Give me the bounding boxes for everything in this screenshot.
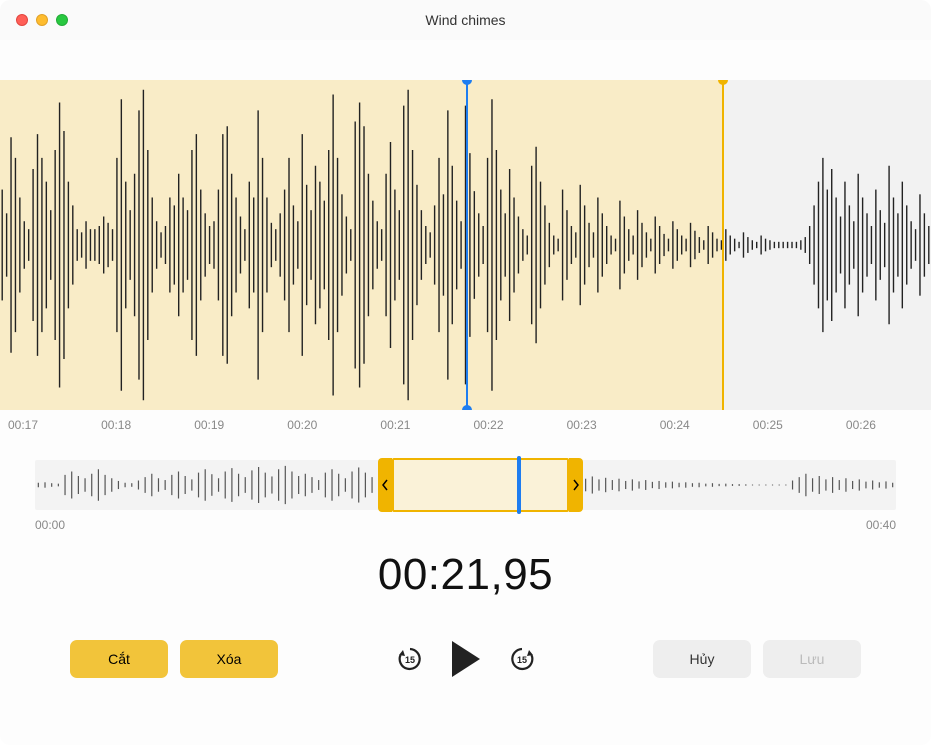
overview-end-time: 00:40: [866, 518, 896, 532]
titlebar: Wind chimes: [0, 0, 931, 40]
overview-selection[interactable]: [392, 458, 569, 512]
trim-end-handle[interactable]: [722, 80, 724, 410]
maximize-window-button[interactable]: [56, 14, 68, 26]
time-ruler: 00:17 00:18 00:19 00:20 00:21 00:22 00:23 00:24…: [0, 410, 931, 440]
play-icon: [452, 641, 480, 677]
skip-back-button[interactable]: 15: [396, 645, 424, 673]
ruler-tick: 00:17: [8, 418, 38, 432]
play-button[interactable]: [452, 641, 480, 677]
ruler-tick: 00:19: [194, 418, 224, 432]
trim-button[interactable]: Cắt: [70, 640, 168, 678]
close-window-button[interactable]: [16, 14, 28, 26]
trim-start-handle[interactable]: [378, 458, 392, 512]
overview-playhead[interactable]: [517, 456, 521, 514]
svg-text:15: 15: [404, 655, 414, 665]
editor-window: Wind chimes 00:1700:1800:1900:2000:2100:…: [0, 0, 931, 745]
playback-controls: 15 15: [290, 641, 641, 677]
ruler-tick: 00:25: [753, 418, 783, 432]
ruler-tick: 00:21: [380, 418, 410, 432]
ruler-tick: 00:24: [660, 418, 690, 432]
ruler-tick: 00:22: [474, 418, 504, 432]
current-time-display: 00:21,95: [0, 550, 931, 600]
svg-text:15: 15: [516, 655, 526, 665]
overview-track[interactable]: [35, 460, 896, 510]
minimize-window-button[interactable]: [36, 14, 48, 26]
cancel-button[interactable]: Hủy: [653, 640, 751, 678]
controls-bar: Cắt Xóa 15 15 Hủy Lưu: [0, 640, 931, 678]
skip-back-15-icon: 15: [396, 645, 424, 673]
ruler-tick: 00:23: [567, 418, 597, 432]
trim-end-handle-overview[interactable]: [569, 458, 583, 512]
skip-forward-button[interactable]: 15: [508, 645, 536, 673]
overview-start-time: 00:00: [35, 518, 65, 532]
chevron-right-icon: [572, 478, 580, 492]
window-title: Wind chimes: [0, 12, 931, 28]
skip-forward-15-icon: 15: [508, 645, 536, 673]
delete-button[interactable]: Xóa: [180, 640, 278, 678]
window-controls: [0, 14, 68, 26]
ruler-tick: 00:18: [101, 418, 131, 432]
ruler-tick: 00:20: [287, 418, 317, 432]
overview-area: 00:00 00:40: [35, 460, 896, 520]
overview-time-labels: 00:00 00:40: [35, 518, 896, 532]
main-waveform-area[interactable]: [0, 80, 931, 410]
chevron-left-icon: [381, 478, 389, 492]
save-button[interactable]: Lưu: [763, 640, 861, 678]
playhead-handle[interactable]: [466, 80, 468, 410]
ruler-tick: 00:26: [846, 418, 876, 432]
